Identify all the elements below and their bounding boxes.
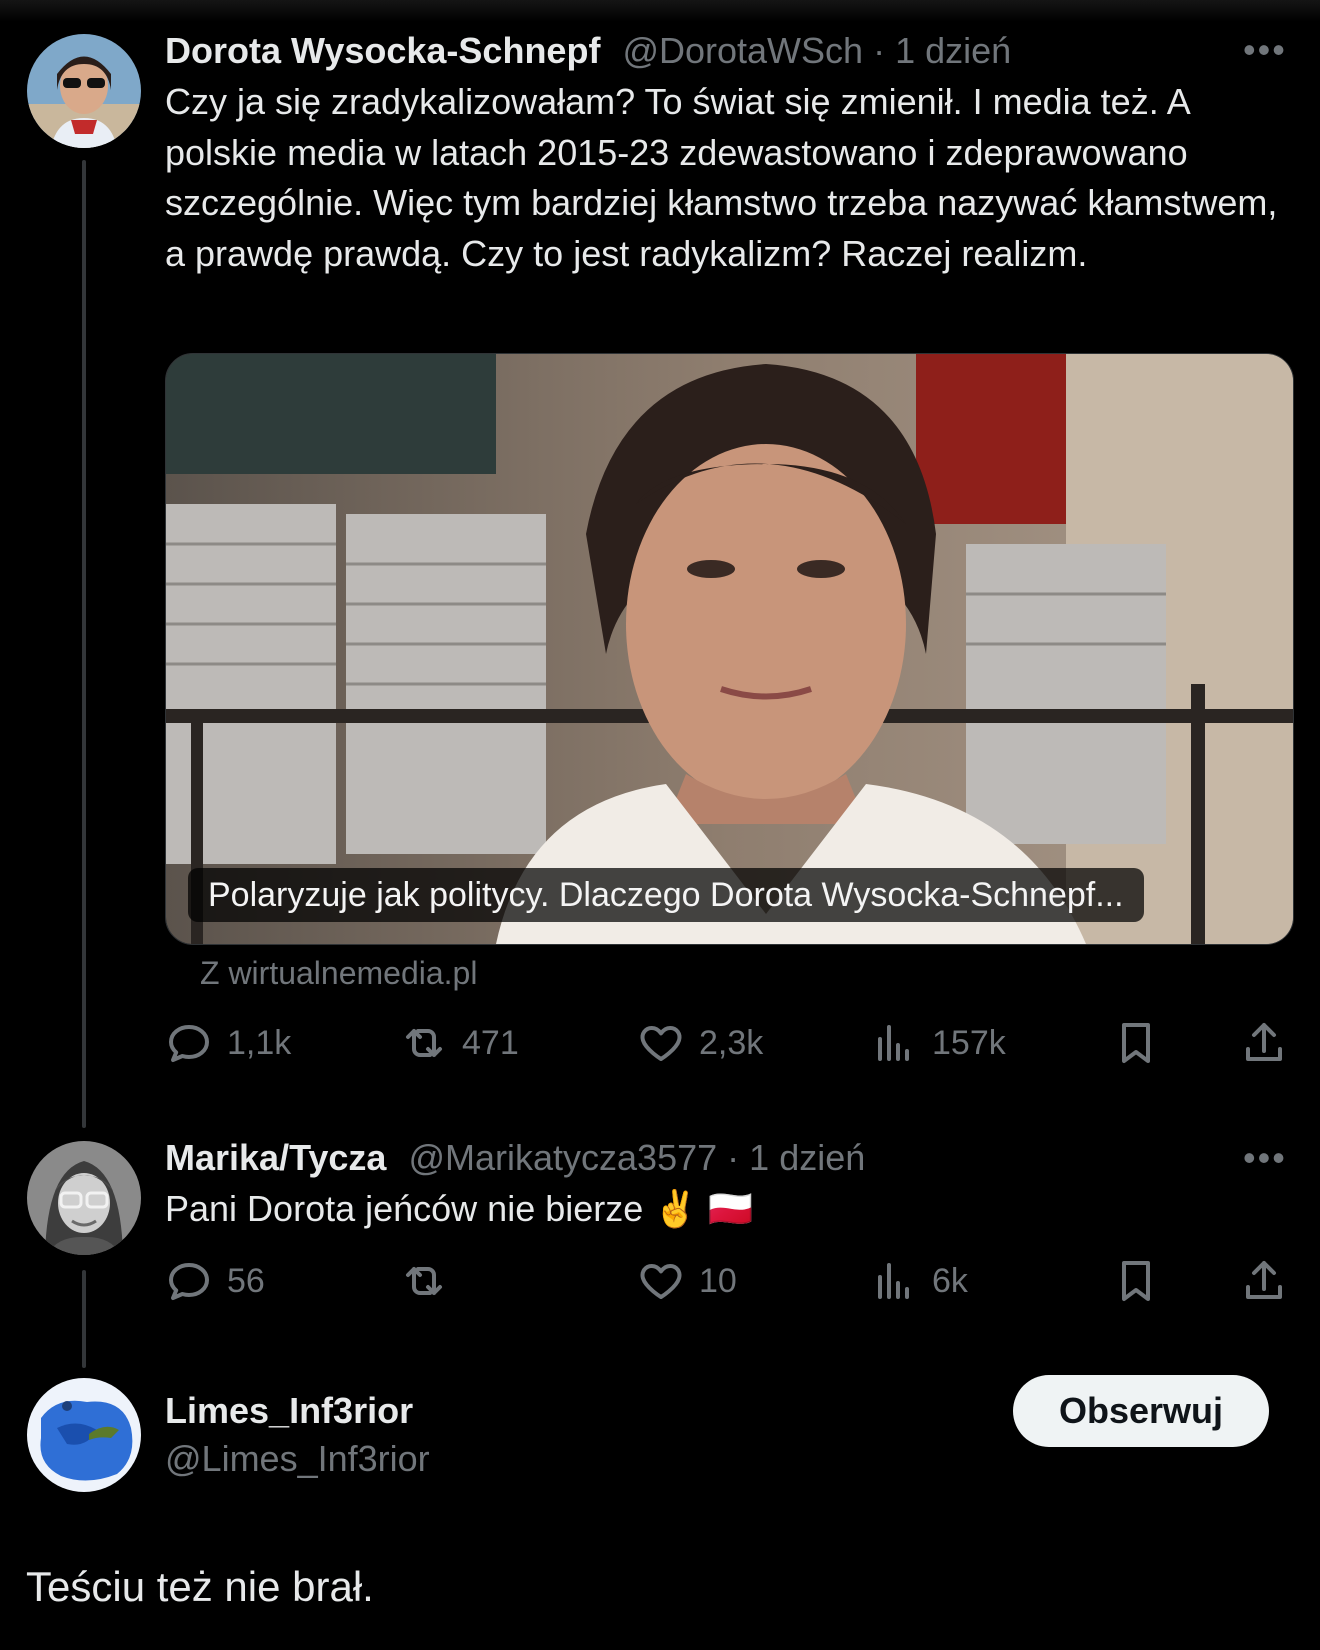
tweet-text: Czy ja się zradykalizowałam? To świat si…: [165, 81, 1278, 274]
repost-icon: [406, 1267, 442, 1295]
link-card-image[interactable]: Polaryzuje jak politycy. Dlaczego Dorota…: [165, 353, 1294, 945]
share-icon: [1246, 1261, 1282, 1299]
views-icon: [878, 1263, 909, 1299]
tweet-text: Pani Dorota jeńców nie bierze ✌️ 🇵🇱: [165, 1188, 753, 1229]
reply-button[interactable]: 56: [165, 1251, 265, 1311]
author-handle[interactable]: @Marikatycza3577: [408, 1137, 717, 1178]
tweet-header: Dorota Wysocka-Schnepf @DorotaWSch · 1 d…: [165, 29, 1011, 73]
reply-icon: [169, 1025, 209, 1062]
tweet-actions: 1,1k 471 2,3k 157k: [165, 1013, 1295, 1073]
card-caption: Polaryzuje jak politycy. Dlaczego Dorota…: [188, 868, 1144, 922]
bookmark-button[interactable]: [1112, 1013, 1160, 1073]
profile-name[interactable]: Limes_Inf3rior: [165, 1390, 413, 1432]
like-button[interactable]: 2,3k: [637, 1013, 763, 1073]
author-name[interactable]: Marika/Tycza: [165, 1137, 386, 1178]
timestamp[interactable]: 1 dzień: [895, 30, 1011, 71]
avatar-limes[interactable]: [27, 1378, 141, 1492]
timestamp[interactable]: 1 dzień: [749, 1137, 865, 1178]
views-count: 157k: [932, 1023, 1006, 1062]
share-icon: [1246, 1023, 1282, 1061]
follow-button[interactable]: Obserwuj: [1013, 1375, 1269, 1447]
thread-line: [82, 1270, 86, 1368]
repost-button[interactable]: [400, 1251, 462, 1311]
separator: ·: [873, 30, 886, 71]
reply-text: Teściu też nie brał.: [26, 1563, 374, 1610]
reply-icon: [169, 1263, 209, 1300]
bookmark-icon: [1122, 1261, 1150, 1301]
profile-handle[interactable]: @Limes_Inf3rior: [165, 1438, 430, 1480]
heart-icon: [640, 1026, 682, 1061]
views-count: 6k: [932, 1261, 968, 1300]
heart-icon: [640, 1264, 682, 1299]
share-button[interactable]: [1240, 1013, 1288, 1073]
reply-count: 56: [227, 1261, 265, 1300]
thread-line: [82, 160, 86, 1128]
card-photo: [166, 354, 1293, 944]
avatar-marika[interactable]: [27, 1141, 141, 1255]
bookmark-icon: [1122, 1023, 1150, 1063]
repost-icon: [406, 1029, 442, 1057]
top-edge: [0, 0, 1320, 22]
separator: ·: [727, 1137, 740, 1178]
tweet-actions: 56 10 6k: [165, 1251, 1295, 1311]
author-name[interactable]: Dorota Wysocka-Schnepf: [165, 30, 600, 71]
reply-button[interactable]: 1,1k: [165, 1013, 291, 1073]
more-icon[interactable]: •••: [1243, 32, 1287, 68]
share-button[interactable]: [1240, 1251, 1288, 1311]
more-icon[interactable]: •••: [1243, 1140, 1287, 1176]
repost-button[interactable]: 471: [400, 1013, 519, 1073]
repost-count: 471: [462, 1023, 519, 1062]
like-count: 10: [699, 1261, 737, 1300]
author-handle[interactable]: @DorotaWSch: [622, 30, 863, 71]
avatar-dorota[interactable]: [27, 34, 141, 148]
views-icon: [878, 1025, 909, 1061]
tweet-header: Marika/Tycza @Marikatycza3577 · 1 dzień: [165, 1136, 865, 1180]
like-button[interactable]: 10: [637, 1251, 737, 1311]
views-button[interactable]: 157k: [870, 1013, 1006, 1073]
card-source[interactable]: Z wirtualnemedia.pl: [200, 955, 477, 992]
like-count: 2,3k: [699, 1023, 764, 1062]
views-button[interactable]: 6k: [870, 1251, 968, 1311]
bookmark-button[interactable]: [1112, 1251, 1160, 1311]
reply-count: 1,1k: [227, 1023, 292, 1062]
